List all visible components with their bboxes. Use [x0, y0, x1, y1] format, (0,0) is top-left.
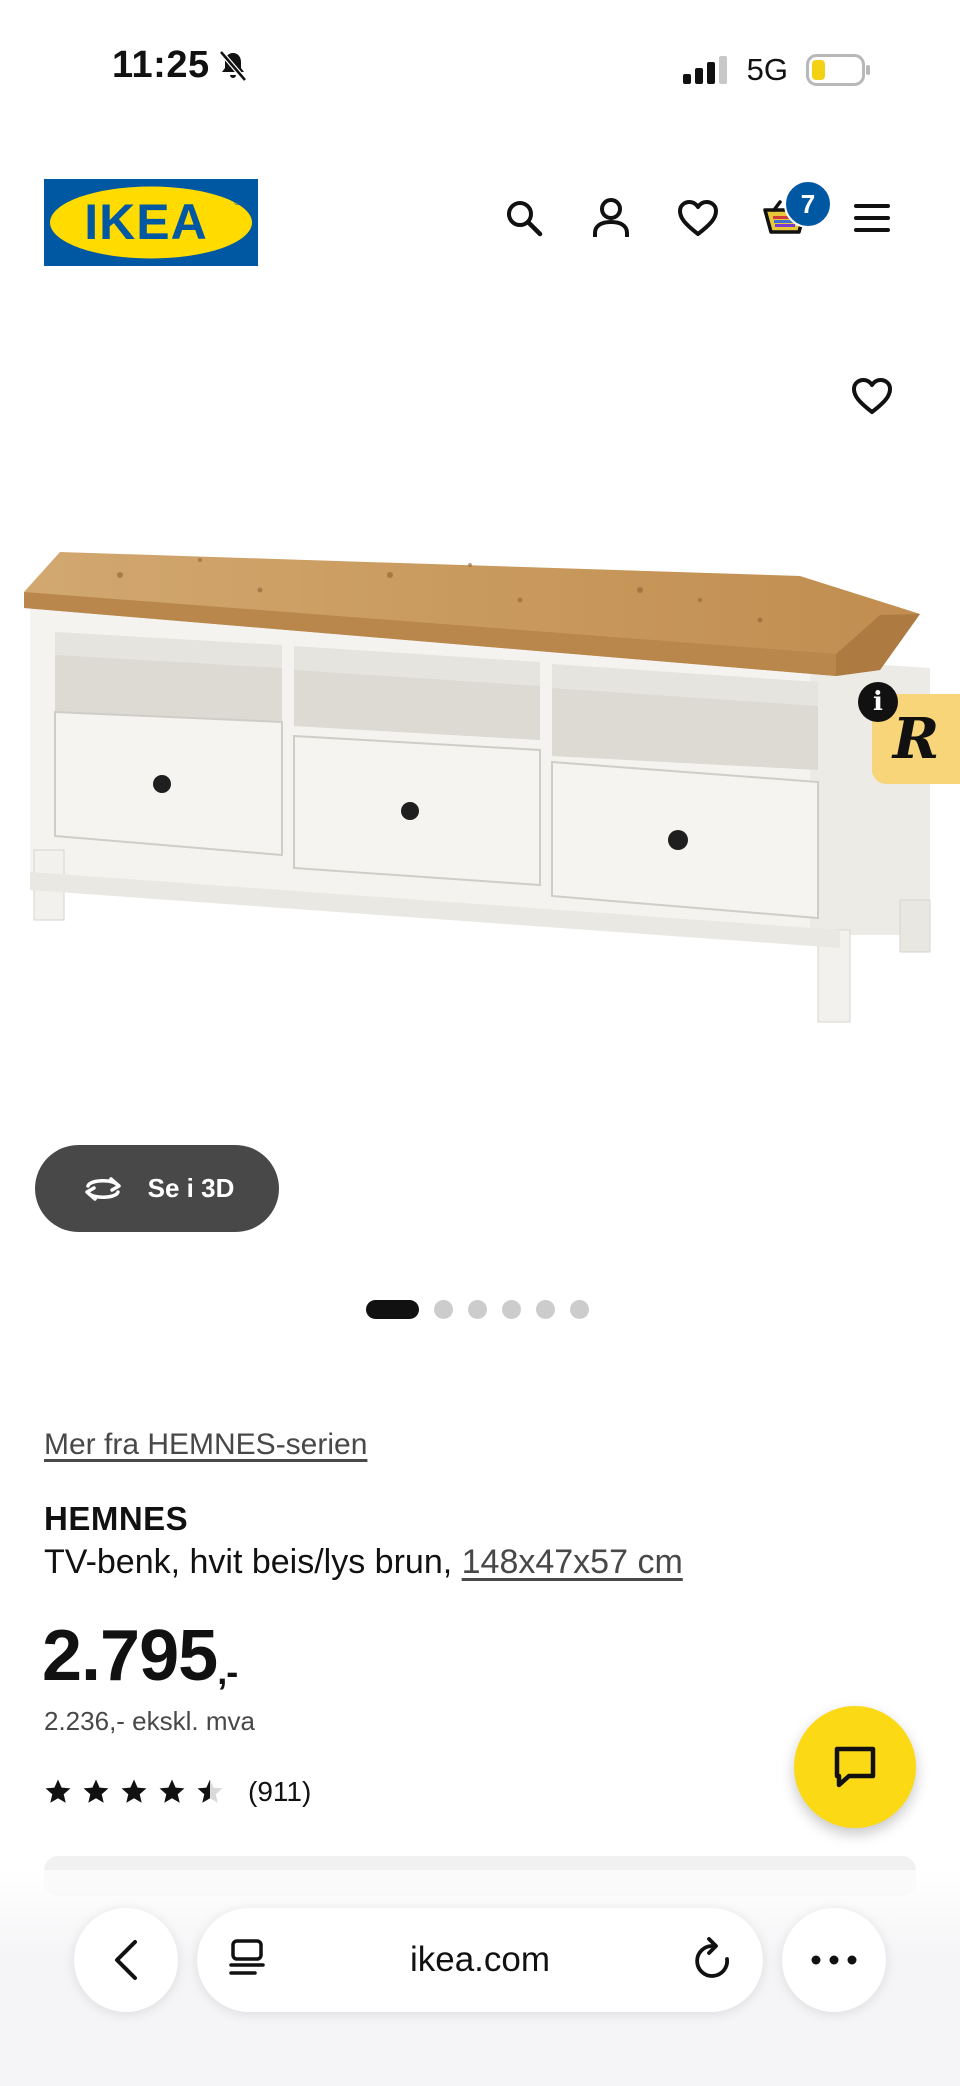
view-3d-label: Se i 3D	[147, 1173, 235, 1203]
gallery-dot[interactable]	[502, 1300, 521, 1319]
clock-text: 11:25	[112, 44, 210, 86]
product-type: TV-benk, hvit beis/lys brun,	[44, 1543, 462, 1581]
cart-count-badge: 7	[784, 180, 832, 228]
series-link[interactable]: Mer fra HEMNES-serien	[44, 1428, 367, 1462]
star-icon	[45, 1779, 71, 1803]
price-main: 2.795	[42, 1616, 218, 1696]
account-button[interactable]	[583, 190, 639, 246]
ikea-logo[interactable]: IKEA ®	[44, 179, 258, 266]
menu-icon	[854, 204, 890, 232]
gallery-dot[interactable]	[434, 1300, 453, 1319]
info-icon[interactable]: i	[858, 682, 898, 722]
search-icon	[507, 201, 543, 237]
address-bar[interactable]: ikea.com	[197, 1908, 763, 2012]
url-text: ikea.com	[409, 1940, 551, 1979]
status-right: 5G	[682, 52, 872, 88]
reload-icon[interactable]	[693, 1936, 733, 1982]
price: 2.795,-	[42, 1615, 238, 1697]
wishlist-button[interactable]	[670, 190, 726, 246]
gallery-dot[interactable]	[536, 1300, 555, 1319]
rating[interactable]: (911)	[44, 1776, 311, 1808]
heart-icon	[678, 200, 718, 236]
chat-button[interactable]	[794, 1706, 916, 1828]
status-time: 11:25	[112, 44, 248, 87]
gallery-dot[interactable]	[366, 1300, 419, 1319]
product-description: TV-benk, hvit beis/lys brun, 148x47x57 c…	[44, 1543, 683, 1582]
battery-icon	[806, 54, 870, 86]
gallery-dot[interactable]	[570, 1300, 589, 1319]
rating-stars	[44, 1778, 224, 1806]
rotate-3d-icon	[84, 1176, 121, 1201]
product-image[interactable]	[0, 300, 960, 1280]
star-icon	[197, 1779, 223, 1803]
chevron-left-icon	[115, 1940, 137, 1980]
back-button[interactable]	[74, 1908, 178, 2012]
info-glyph: i	[873, 687, 883, 717]
rating-count: (911)	[248, 1776, 312, 1807]
view-3d-button[interactable]: Se i 3D	[35, 1145, 279, 1232]
more-options-button[interactable]	[782, 1908, 886, 2012]
chat-bubble-icon	[834, 1746, 876, 1788]
svg-text:®: ®	[234, 197, 241, 207]
gallery-pagination	[366, 1300, 589, 1319]
network-label: 5G	[746, 52, 788, 87]
more-dots-icon	[811, 1955, 857, 1965]
product-name: HEMNES	[44, 1500, 189, 1537]
star-icon	[121, 1779, 147, 1803]
user-icon	[593, 198, 629, 237]
gallery-dot[interactable]	[468, 1300, 487, 1319]
price-ex-vat: 2.236,- ekskl. mva	[44, 1706, 255, 1736]
dimensions-link[interactable]: 148x47x57 cm	[462, 1543, 683, 1581]
signal-icon	[682, 56, 727, 84]
svg-text:IKEA: IKEA	[84, 194, 207, 250]
heart-outline-icon	[852, 378, 892, 414]
star-icon	[159, 1779, 185, 1803]
star-icon	[83, 1779, 109, 1803]
silent-bell-icon	[218, 49, 247, 82]
r-logo-icon: R	[892, 706, 940, 772]
price-suffix: ,-	[217, 1651, 238, 1692]
menu-button[interactable]	[844, 190, 900, 246]
search-button[interactable]	[496, 190, 552, 246]
product-favorite-button[interactable]	[844, 368, 900, 424]
